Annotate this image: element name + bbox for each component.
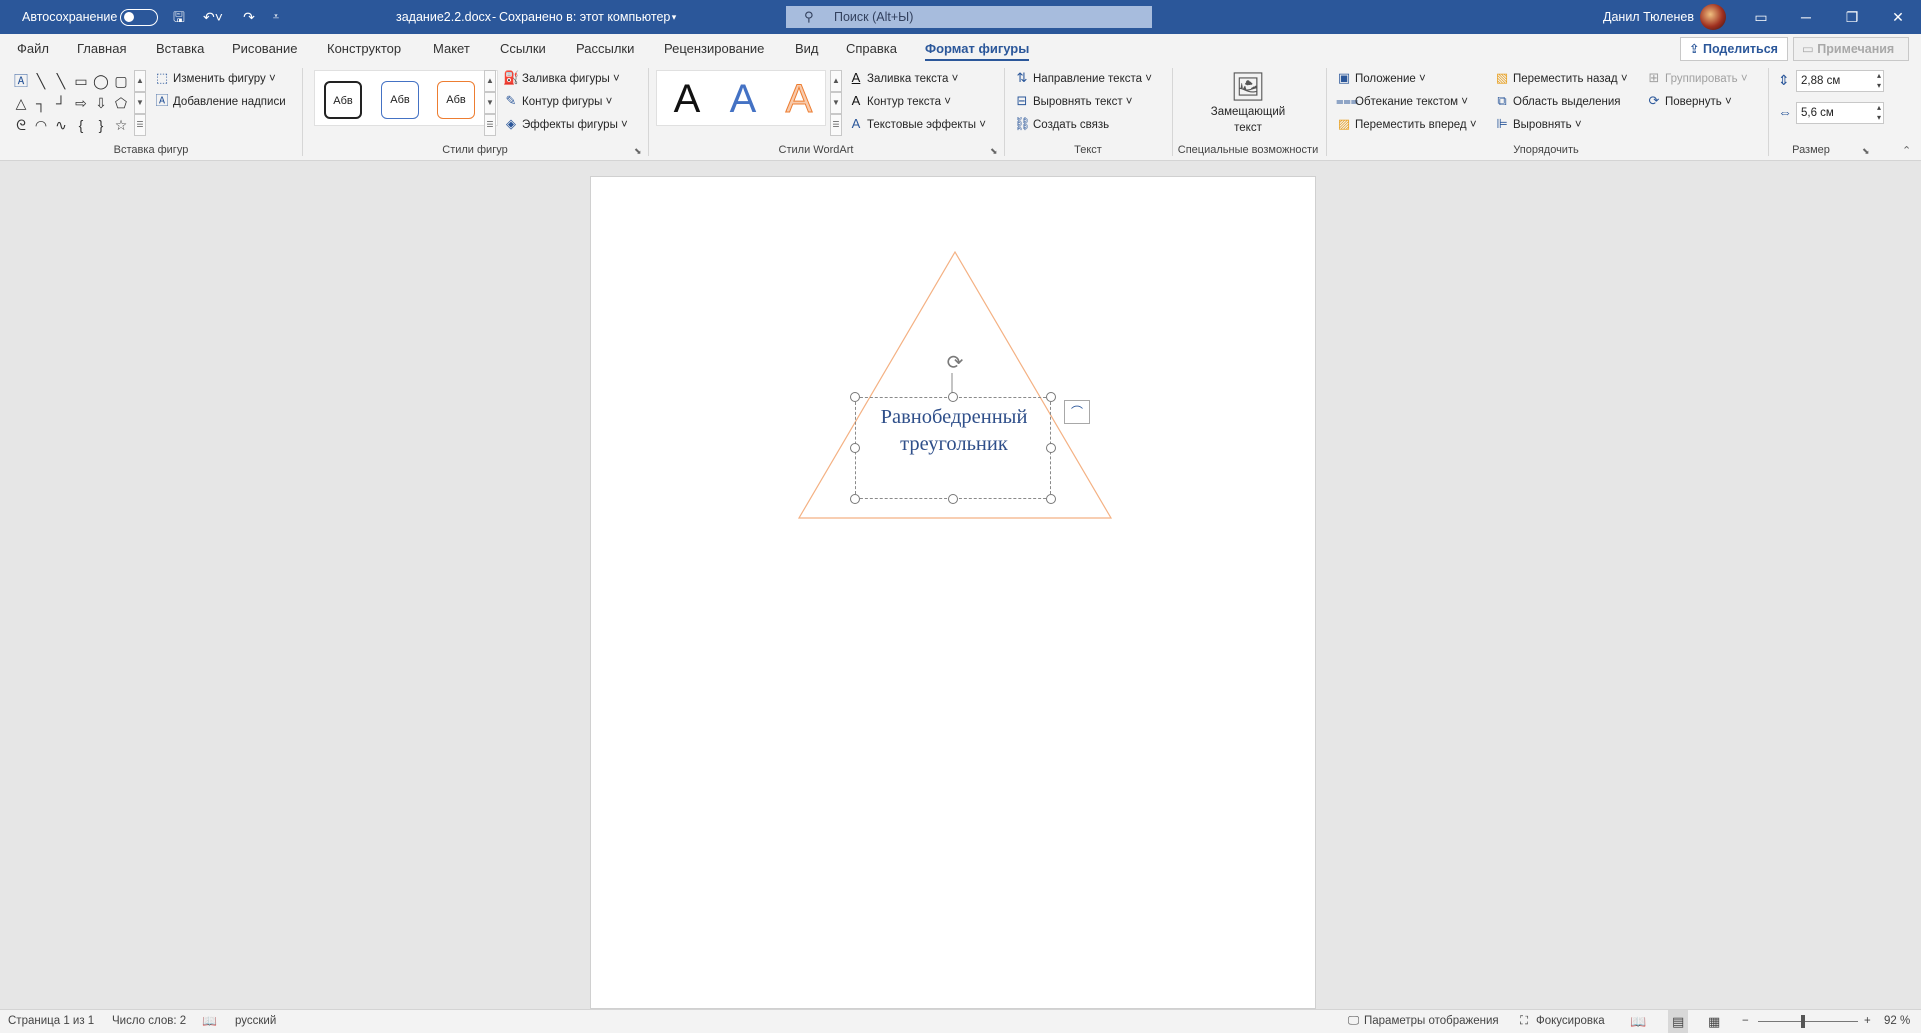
textbox-line-1: Равнобедренный (880, 406, 1028, 428)
textbox-line-2: треугольник (900, 433, 1008, 455)
web-layout-icon[interactable]: ▦ (1708, 1010, 1720, 1033)
language[interactable]: русский (235, 1010, 276, 1033)
focus-mode[interactable]: Фокусировка (1536, 1010, 1605, 1033)
rotate-handle-icon[interactable]: ⟳ (944, 352, 966, 374)
resize-handle-top[interactable] (948, 392, 958, 402)
layout-options-icon[interactable]: ⌒ (1064, 400, 1090, 424)
focus-icon[interactable]: ⛶ (1520, 1010, 1528, 1033)
shape-canvas (797, 250, 1113, 519)
zoom-out-icon[interactable]: − (1742, 1010, 1749, 1033)
zoom-in-icon[interactable]: + (1864, 1010, 1871, 1033)
resize-handle-left[interactable] (850, 443, 860, 453)
resize-handle-top-left[interactable] (850, 392, 860, 402)
resize-handle-bottom[interactable] (948, 494, 958, 504)
zoom-slider[interactable] (1758, 1021, 1858, 1022)
page-count[interactable]: Страница 1 из 1 (8, 1010, 94, 1033)
resize-handle-bottom-right[interactable] (1046, 494, 1056, 504)
textbox-text[interactable]: Равнобедренный треугольник (856, 404, 1052, 458)
zoom-slider-thumb[interactable] (1801, 1015, 1805, 1028)
read-mode-icon[interactable]: 📖 (1630, 1010, 1646, 1033)
status-bar: Страница 1 из 1 Число слов: 2 📖 русский … (0, 1009, 1921, 1033)
resize-handle-right[interactable] (1046, 443, 1056, 453)
print-layout-icon[interactable]: ▤ (1668, 1010, 1689, 1033)
selected-textbox[interactable]: Равнобедренный треугольник (855, 397, 1051, 499)
display-settings-icon[interactable]: 🖵 (1348, 1010, 1359, 1033)
resize-handle-bottom-left[interactable] (850, 494, 860, 504)
display-settings[interactable]: Параметры отображения (1364, 1010, 1499, 1033)
word-count[interactable]: Число слов: 2 (112, 1010, 186, 1033)
proofing-icon[interactable]: 📖 (202, 1010, 217, 1033)
zoom-level[interactable]: 92 % (1884, 1010, 1910, 1033)
resize-handle-top-right[interactable] (1046, 392, 1056, 402)
